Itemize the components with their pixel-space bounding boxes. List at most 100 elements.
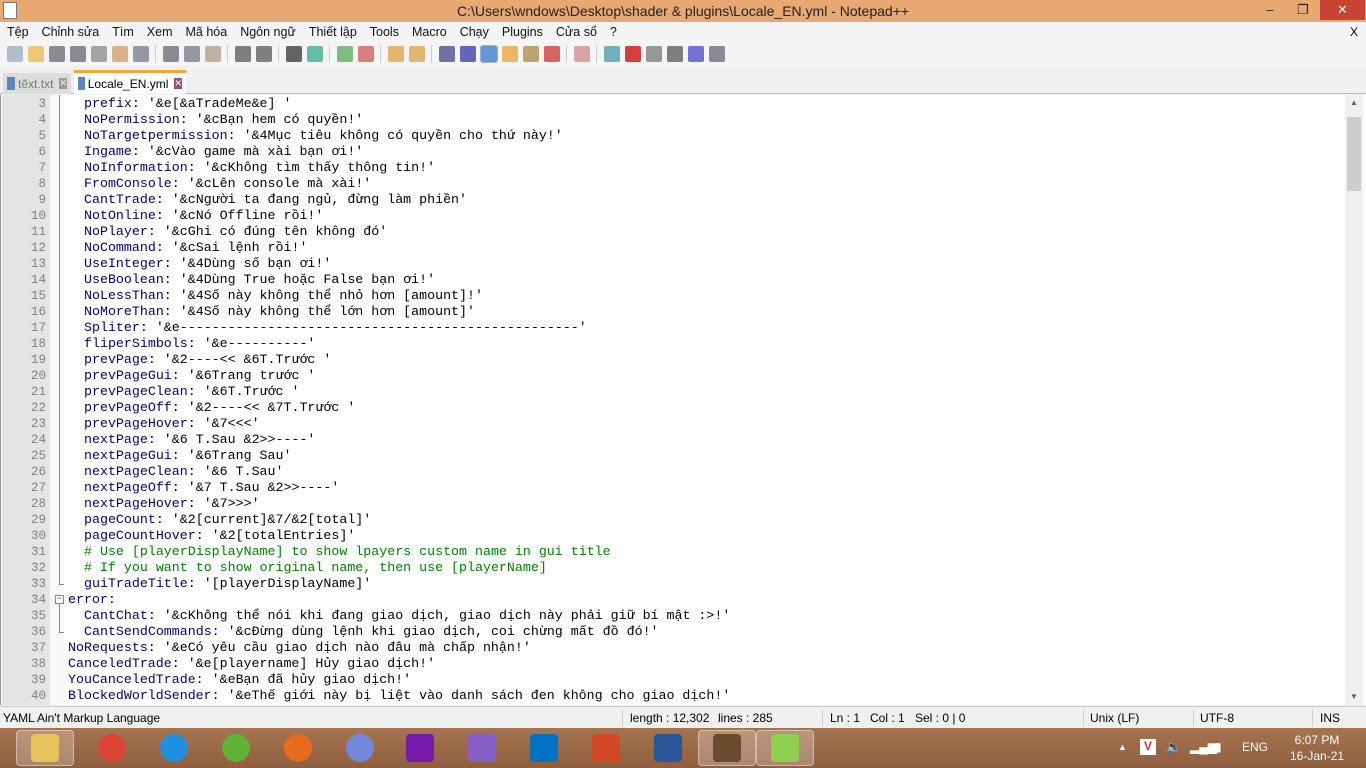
code-line[interactable]: 5 NoTargetpermission: '&4Mục tiêu không c… (1, 128, 1341, 144)
scrollbar-thumb[interactable] (1347, 117, 1361, 191)
code-line[interactable]: 9 CantTrade: '&cNgười ta đang ngủ, đừng l… (1, 192, 1341, 208)
new-file-icon[interactable] (6, 46, 23, 62)
close-document-button[interactable]: X (1350, 22, 1358, 42)
menu-item[interactable]: Tệp (7, 22, 29, 42)
taskbar-internet-explorer[interactable] (156, 730, 192, 766)
taskbar-outlook[interactable] (526, 730, 562, 766)
code-line[interactable]: 39 YouCanceledTrade: '&eBạn đã hủy giao d… (1, 672, 1341, 688)
battery-icon[interactable]: ▮ (1215, 740, 1222, 754)
code-line[interactable]: 6 Ingame: '&cVào game mà xài bạn ơi!' (1, 144, 1341, 160)
doc-map-icon[interactable] (522, 46, 539, 62)
volume-icon[interactable]: 🔈 (1166, 740, 1181, 754)
code-line[interactable]: 35 CantChat: '&cKhông thể nói khi đang gi… (1, 608, 1341, 624)
code-line[interactable]: 31 # Use [playerDisplayName] to show lpay… (1, 544, 1341, 560)
show-all-chars-icon[interactable] (459, 46, 476, 62)
code-line[interactable]: 8 FromConsole: '&cLên console mà xài!' (1, 176, 1341, 192)
udl-icon[interactable] (501, 46, 518, 62)
save-all-icon[interactable] (69, 46, 86, 62)
record-macro-icon[interactable] (624, 46, 641, 62)
save-icon[interactable] (48, 46, 65, 62)
function-list-icon[interactable] (543, 46, 560, 62)
taskbar-word[interactable] (650, 730, 686, 766)
menu-item[interactable]: Cửa sổ (556, 22, 597, 42)
save-macro-icon[interactable] (708, 46, 725, 62)
antivirus-tray-icon[interactable]: V (1140, 739, 1156, 755)
tab-text-txt[interactable]: tẽxt.txt ✕ (3, 73, 71, 94)
find-icon[interactable] (285, 46, 302, 62)
show-hidden-icons-icon[interactable]: ▲ (1118, 742, 1127, 752)
code-line[interactable]: 40 BlockedWorldSender: '&eThế giới này bị… (1, 688, 1341, 704)
code-line[interactable]: 12 NoCommand: '&cSai lệnh rồi!' (1, 240, 1341, 256)
code-line[interactable]: 33 guiTradeTitle: '[playerDisplayName]' (1, 576, 1341, 592)
menu-item[interactable]: Xem (147, 22, 173, 42)
maximize-button[interactable]: ❐ (1288, 0, 1318, 20)
replace-icon[interactable] (306, 46, 323, 62)
taskbar-visual-studio[interactable] (464, 730, 500, 766)
code-line[interactable]: 11 NoPlayer: '&cGhi có đúng tên không đó' (1, 224, 1341, 240)
menu-item[interactable]: Ngôn ngữ (240, 22, 296, 42)
menu-item[interactable]: Mã hóa (185, 22, 227, 42)
taskbar-coc-coc[interactable] (218, 730, 254, 766)
tab-locale-en-yml[interactable]: Locale_EN.yml ✕ (74, 70, 186, 94)
redo-icon[interactable] (255, 46, 272, 62)
menu-item[interactable]: Chỉnh sửa (42, 22, 100, 42)
code-line[interactable]: 32 # If you want to show original name, t… (1, 560, 1341, 576)
close-button[interactable]: ✕ (1320, 0, 1365, 20)
tab-close-icon[interactable]: ✕ (174, 78, 182, 89)
play-macro-icon[interactable] (666, 46, 683, 62)
code-line[interactable]: 30 pageCountHover: '&2[totalEntries]' (1, 528, 1341, 544)
taskbar-chrome[interactable] (94, 730, 130, 766)
taskbar-discord[interactable] (342, 730, 378, 766)
monitor-icon[interactable] (603, 46, 620, 62)
code-line[interactable]: 36 CantSendCommands: '&cĐừng dùng lệnh kh… (1, 624, 1341, 640)
code-line[interactable]: 3 prefix: '&e[&aTradeMe&e] ' (1, 96, 1341, 112)
fold-toggle-icon[interactable]: − (55, 595, 64, 604)
menu-item[interactable]: ? (610, 22, 617, 42)
code-line[interactable]: 18 fliperSimbols: '&e----------' (1, 336, 1341, 352)
network-signal-icon[interactable]: ▂▄▆ (1190, 740, 1217, 754)
code-line[interactable]: 27 nextPageOff: '&7 T.Sau &2>>----' (1, 480, 1341, 496)
tab-close-icon[interactable]: ✕ (59, 78, 67, 89)
code-line[interactable]: 22 prevPageOff: '&2----<< &7T.Trước ' (1, 400, 1341, 416)
paste-icon[interactable] (204, 46, 221, 62)
taskbar-powerpoint[interactable] (588, 730, 624, 766)
menu-item[interactable]: Macro (412, 22, 447, 42)
indent-guide-icon[interactable] (479, 45, 498, 63)
code-line[interactable]: 29 pageCount: '&2[current]&7/&2[total]' (1, 512, 1341, 528)
close-icon[interactable] (90, 46, 107, 62)
code-line[interactable]: 21 prevPageClean: '&6T.Trước ' (1, 384, 1341, 400)
sync-horizontal-icon[interactable] (408, 46, 425, 62)
code-line[interactable]: 14 UseBoolean: '&4Dùng True hoặc False bạ… (1, 272, 1341, 288)
code-line[interactable]: 28 nextPageHover: '&7>>>' (1, 496, 1341, 512)
copy-icon[interactable] (183, 46, 200, 62)
code-line[interactable]: 17 Spliter: '&e--------------------------… (1, 320, 1341, 336)
stop-record-icon[interactable] (645, 46, 662, 62)
code-line[interactable]: 16 NoMoreThan: '&4Số này không thể lớn hơ… (1, 304, 1341, 320)
scroll-down-icon[interactable]: ▼ (1345, 689, 1363, 705)
code-line[interactable]: 7 NoInformation: '&cKhông tìm thấy thông … (1, 160, 1341, 176)
print-icon[interactable] (132, 46, 149, 62)
taskbar-minecraft[interactable] (698, 730, 756, 766)
taskbar-onenote[interactable] (402, 730, 438, 766)
close-all-icon[interactable] (111, 46, 128, 62)
scroll-up-icon[interactable]: ▲ (1345, 95, 1363, 111)
code-line[interactable]: 15 NoLessThan: '&4Số này không thể nhỏ hơ… (1, 288, 1341, 304)
menu-item[interactable]: Tìm (112, 22, 134, 42)
code-line[interactable]: 25 nextPageGui: '&6Trang Sau' (1, 448, 1341, 464)
zoom-out-icon[interactable] (357, 46, 374, 62)
taskbar-file-explorer[interactable] (16, 730, 74, 766)
code-line[interactable]: 4 NoPermission: '&cBạn hem có quyền!' (1, 112, 1341, 128)
code-line[interactable]: 34 error: − (1, 592, 1341, 608)
run-multiple-icon[interactable] (687, 46, 704, 62)
taskbar-firefox[interactable] (280, 730, 316, 766)
input-language[interactable]: ENG (1242, 740, 1268, 754)
text-editor[interactable]: 3 prefix: '&e[&aTradeMe&e] ' 4 NoPermission… (0, 95, 1366, 705)
menu-item[interactable]: Thiết lập (309, 22, 357, 42)
minimize-button[interactable]: – (1255, 0, 1285, 20)
open-file-icon[interactable] (27, 46, 44, 62)
menu-item[interactable]: Chạy (460, 22, 489, 42)
code-line[interactable]: 13 UseInteger: '&4Dùng số bạn ơi!' (1, 256, 1341, 272)
vertical-scrollbar[interactable]: ▲ ▼ (1345, 95, 1363, 705)
code-line[interactable]: 23 prevPageHover: '&7<<<' (1, 416, 1341, 432)
zoom-in-icon[interactable] (336, 46, 353, 62)
